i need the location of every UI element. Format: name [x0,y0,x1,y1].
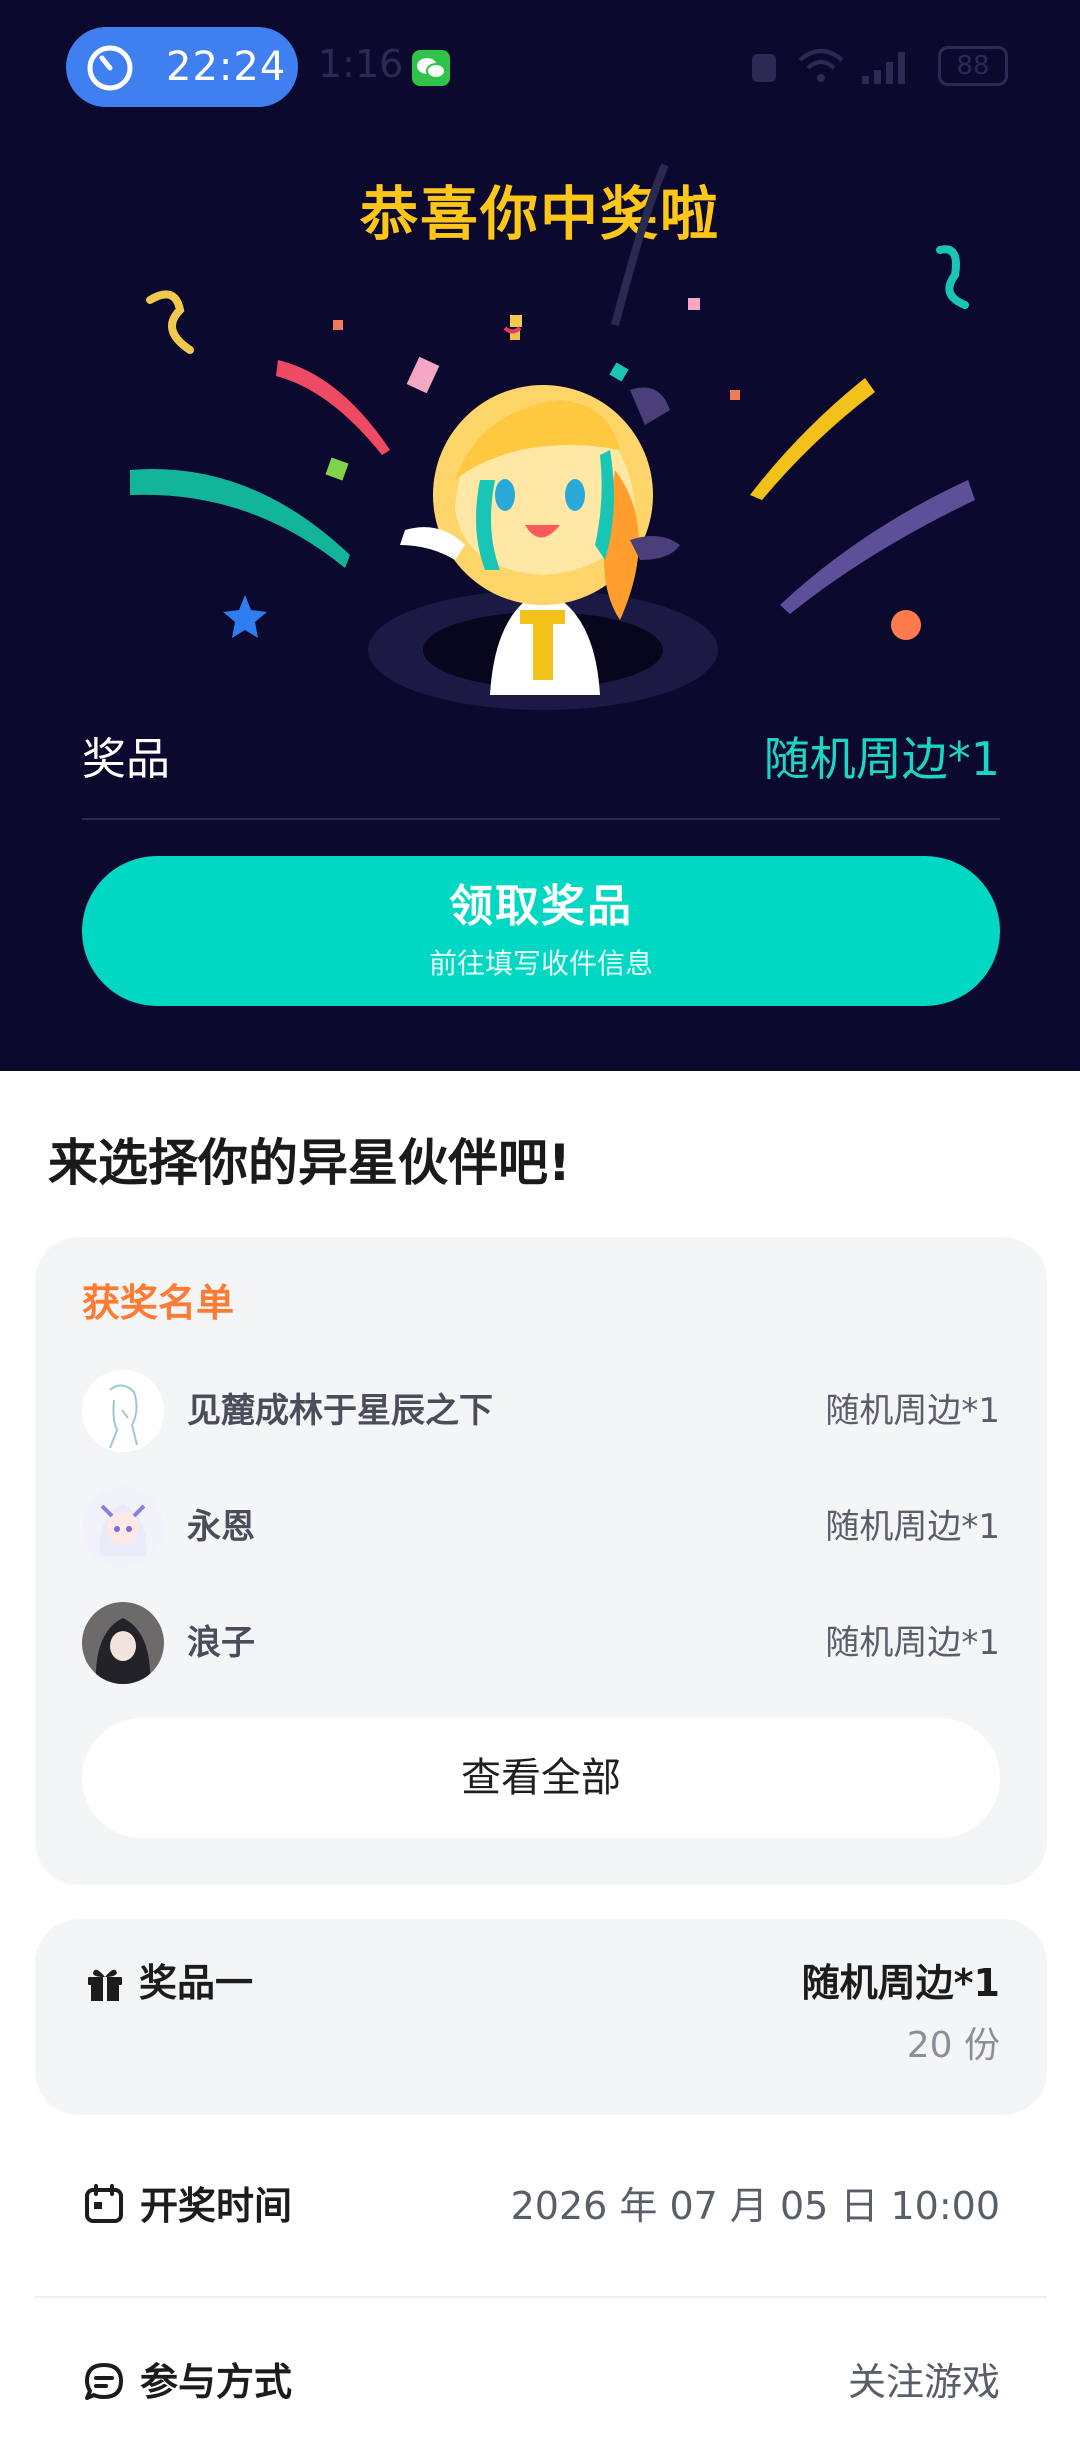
draw-time-label: 开奖时间 [140,2184,293,2228]
wechat-icon [412,50,450,86]
winner-prize: 随机周边*1 [825,1623,1000,1663]
timer-pill[interactable]: 22:24 [66,27,298,107]
avatar-image-sketch [82,1370,164,1452]
claim-prize-subtitle: 前往填写收件信息 [428,947,653,980]
winner-name: 永恩 [187,1507,255,1547]
claim-prize-title: 领取奖品 [449,881,633,932]
prize-one-count: 20 份 [906,2025,1000,2066]
participation-row: 参与方式 关注游戏 [82,2356,1000,2416]
gift-icon [88,1969,122,2001]
prize-one-card: 奖品一 随机周边*1 20 份 [35,1919,1047,2115]
chat-icon [85,2363,123,2400]
winner-row: 永恩 随机周边*1 [82,1486,1000,1570]
wifi-icon [798,49,844,82]
winner-name: 见麓成林于星辰之下 [187,1391,493,1431]
view-all-button[interactable]: 查看全部 [82,1718,1000,1838]
winners-card: 获奖名单 见麓成林于星辰之下 随机周边*1 永恩 随机周边*1 浪子 随机周边*… [35,1237,1047,1885]
prize-label: 奖品 [82,734,170,785]
timer-text: 22:24 [166,44,287,90]
section-title: 来选择你的异星伙伴吧! [48,1134,571,1192]
winner-prize: 随机周边*1 [825,1507,1000,1547]
winner-row: 见麓成林于星辰之下 随机周边*1 [82,1370,1000,1454]
prize-one-value: 随机周边*1 [801,1961,1000,2005]
battery-indicator: 88 [938,46,1008,86]
timer-icon [87,45,133,91]
participation-label: 参与方式 [140,2360,293,2404]
avatar [82,1370,164,1452]
status-bar: 22:24 1:16 88 [0,0,1080,130]
avatar-image-anime [82,1486,164,1568]
signal-icon [862,52,905,84]
avatar [82,1602,164,1684]
prize-row: 奖品 随机周边*1 [82,720,1000,820]
calendar-icon [85,2184,123,2223]
mascot-illustration [130,163,975,710]
mute-icon [752,54,776,82]
winner-name: 浪子 [187,1623,255,1663]
winner-prize: 随机周边*1 [825,1391,1000,1431]
winner-row: 浪子 随机周边*1 [82,1602,1000,1686]
draw-time-row: 开奖时间 2026 年 07 月 05 日 10:00 [82,2178,1000,2234]
system-indicators: 88 [748,46,1008,90]
prize-value: 随机周边*1 [763,732,1000,786]
prize-hero: 22:24 1:16 88 恭喜你中奖啦 奖品 随机周边*1 领取奖品 前往填写… [0,0,1080,1071]
divider [35,2296,1047,2298]
claim-prize-button[interactable]: 领取奖品 前往填写收件信息 [82,856,1000,1006]
system-time: 1:16 [318,42,404,86]
avatar-image-dark [82,1602,164,1684]
participation-value: 关注游戏 [847,2360,1000,2404]
avatar [82,1486,164,1568]
prize-one-label: 奖品一 [139,1961,254,2005]
draw-time-value: 2026 年 07 月 05 日 10:00 [510,2184,1000,2228]
winners-heading: 获奖名单 [82,1281,235,1325]
